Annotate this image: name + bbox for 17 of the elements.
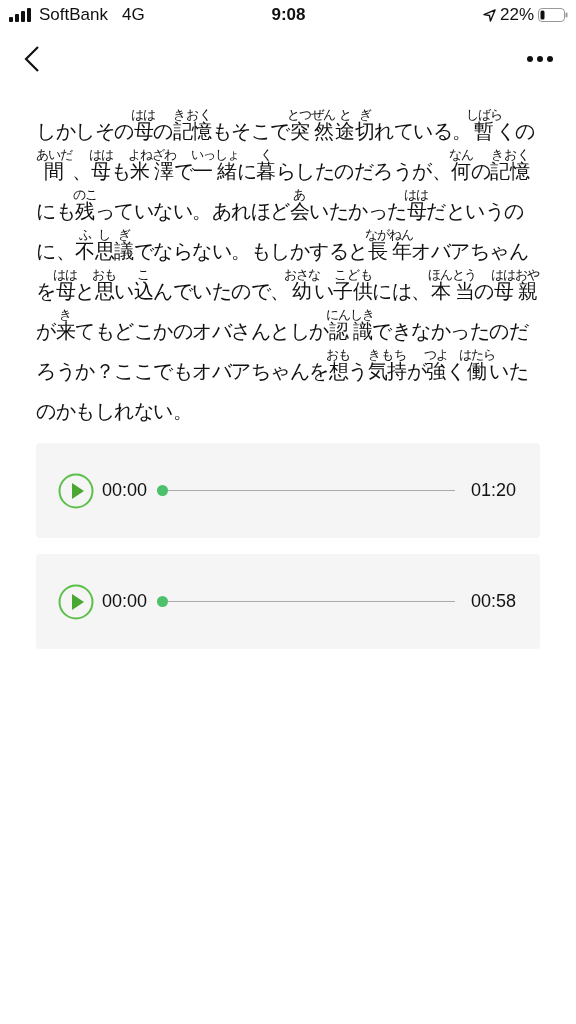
signal-icon <box>9 8 33 22</box>
battery-percent: 22% <box>499 5 534 25</box>
progress-thumb[interactable] <box>157 485 169 496</box>
elapsed-time: 00:00 <box>102 480 148 501</box>
carrier-name: SoftBank <box>39 5 108 25</box>
duration-time: 01:20 <box>470 480 516 501</box>
play-button[interactable] <box>58 583 94 620</box>
more-options-button[interactable] <box>524 53 556 65</box>
play-button[interactable] <box>58 472 94 509</box>
duration-time: 00:58 <box>470 591 516 612</box>
progress-thumb[interactable] <box>157 596 169 607</box>
network-type: 4G <box>122 5 145 25</box>
location-arrow-icon <box>482 8 496 22</box>
elapsed-time: 00:00 <box>102 591 148 612</box>
battery-icon <box>538 8 568 22</box>
article-paragraph: しかしその母 はは の記憶 きおく もそこで突然 とつぜん 途 と 切 ぎ れている。暫 しばら くの 間 あいだ 、母 はは も米澤 よねざわ で一緒 いっしょ に暮 く らしたのだろうが、何 なん の記憶 きおく にも残 のこ っていない。あれほど会 あ いたかった母 はは だというのに、不思議 ふしぎ でならない。もしかすると長年 ながねん オバアちゃんを母 はは と思 おも い込 こ んでいたので、幼 おさな い子供 こども には、本当 ほんとう の母親 ははおや が来 き てもどこかのオバさんとしか認識 にんしき できなかったのだろうか？ここでもオバアちゃんを想 おも う 気持 きもち が強 つよ く 働 はたら いたのかもしれない。 <box>36 108 541 425</box>
clock-time: 9:08 <box>271 5 306 25</box>
